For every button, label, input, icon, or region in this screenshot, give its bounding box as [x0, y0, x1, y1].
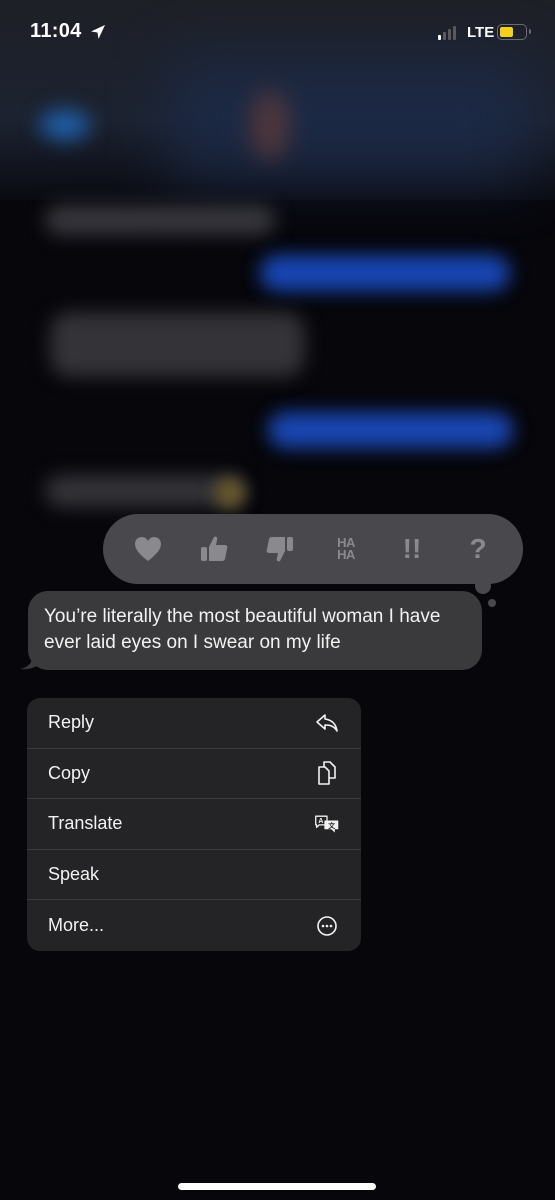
menu-item-translate[interactable]: Translate A 文 — [27, 799, 361, 850]
blurred-emoji — [215, 478, 245, 508]
home-indicator[interactable] — [178, 1183, 376, 1190]
more-icon — [314, 913, 340, 939]
menu-item-label: Reply — [48, 712, 95, 733]
tapback-heart[interactable] — [126, 527, 170, 571]
menu-item-speak[interactable]: Speak — [27, 850, 361, 901]
double-exclamation-icon: !! — [402, 533, 422, 564]
blurred-sent-message — [268, 412, 513, 448]
network-type: LTE — [467, 24, 495, 41]
svg-text:文: 文 — [327, 821, 335, 830]
tapback-haha[interactable]: HA HA — [324, 527, 368, 571]
message-text: You’re literally the most beautiful woma… — [44, 606, 441, 653]
blurred-received-message — [50, 312, 305, 377]
header-glow — [170, 60, 530, 180]
blurred-sent-message — [260, 255, 510, 291]
svg-text:A: A — [318, 818, 323, 825]
copy-icon — [314, 760, 340, 786]
location-arrow-icon — [91, 25, 105, 39]
tapback-question[interactable]: ? — [456, 527, 500, 571]
tapback-emphasize[interactable]: !! — [390, 527, 434, 571]
menu-item-reply[interactable]: Reply — [27, 698, 361, 749]
menu-item-label: Speak — [48, 864, 100, 885]
battery-icon — [497, 24, 531, 40]
tapback-thumbs-up[interactable] — [192, 527, 236, 571]
menu-item-copy[interactable]: Copy — [27, 749, 361, 800]
blurred-contact-avatar — [250, 90, 290, 160]
status-time: 11:04 — [30, 20, 82, 42]
status-bar: 11:04 LTE — [0, 0, 555, 64]
battery-level — [500, 27, 514, 37]
haha-icon: HA HA — [337, 536, 355, 562]
reply-icon — [314, 710, 340, 736]
thumbs-down-icon — [266, 537, 293, 562]
question-mark-icon: ? — [469, 533, 487, 564]
heart-icon — [135, 537, 161, 561]
haha-line2: HA — [337, 547, 355, 562]
tapback-thumbs-down[interactable] — [258, 527, 302, 571]
thumbs-up-icon — [201, 536, 228, 561]
battery-cap — [529, 29, 531, 34]
blurred-received-message — [45, 205, 275, 235]
menu-item-label: Translate — [48, 813, 123, 834]
message-bubble[interactable]: You’re literally the most beautiful woma… — [28, 591, 482, 670]
menu-item-label: Copy — [48, 762, 91, 783]
cellular-signal-icon — [438, 26, 456, 40]
tapback-reaction-bar: HA HA !! ? — [103, 514, 523, 584]
tapback-tail-dot — [475, 578, 491, 594]
menu-item-label: More... — [48, 915, 105, 936]
translate-icon: A 文 — [314, 811, 340, 837]
menu-item-more[interactable]: More... — [27, 900, 361, 951]
message-context-menu: Reply Copy Translate A 文 Speak More... — [27, 698, 361, 951]
tapback-tail-dot — [488, 599, 496, 607]
blurred-back-button — [40, 110, 90, 140]
